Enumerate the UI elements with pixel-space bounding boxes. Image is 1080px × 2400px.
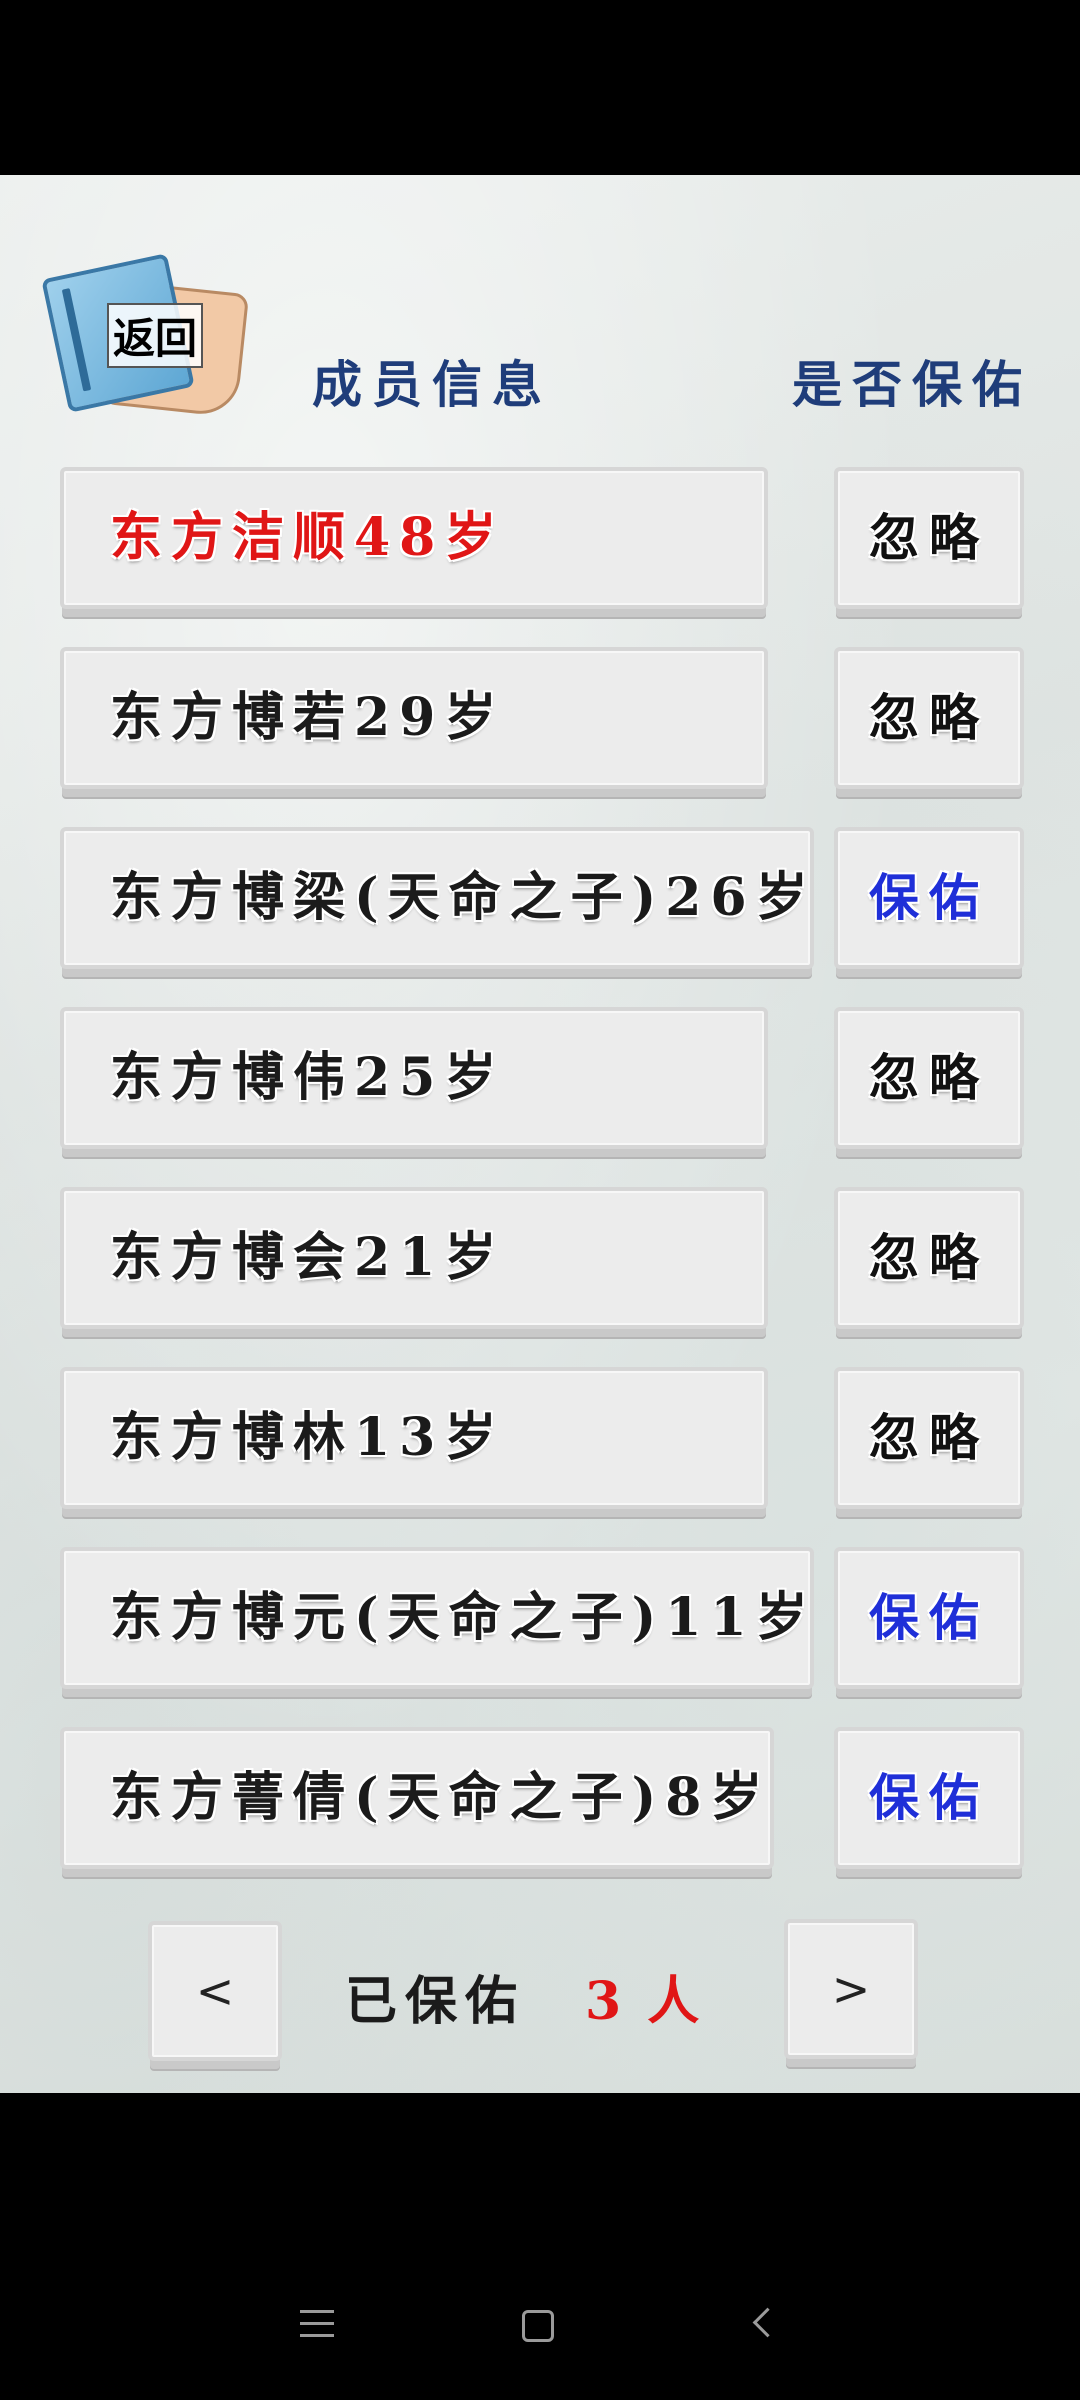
next-page-label: > (831, 1962, 871, 2016)
member-row: 东方博伟25岁 (60, 1007, 768, 1149)
member-name: 东方洁顺48岁 (110, 507, 506, 568)
menu-icon[interactable] (300, 2310, 334, 2338)
action-label: 忽略 (869, 508, 989, 567)
action-label: 忽略 (869, 688, 989, 747)
bless-button[interactable]: 保佑 (834, 827, 1024, 969)
bless-button[interactable]: 保佑 (834, 1727, 1024, 1869)
member-name: 东方博会21岁 (110, 1227, 506, 1288)
prev-page-button[interactable]: < (148, 1921, 282, 2061)
action-label: 保佑 (869, 1768, 989, 1827)
member-name: 东方博若29岁 (110, 687, 506, 748)
status-bar (0, 0, 1080, 175)
back-button-label: 返回 (107, 303, 204, 368)
next-page-button[interactable]: > (784, 1919, 918, 2059)
blessed-count: 3 (585, 1971, 630, 2032)
action-label: 忽略 (869, 1048, 989, 1107)
ignore-button[interactable]: 忽略 (834, 1007, 1024, 1149)
ignore-button[interactable]: 忽略 (834, 1367, 1024, 1509)
blessed-count-display: 已保佑 3 人 (345, 1959, 707, 2034)
member-row: 东方博元(天命之子)11岁 (60, 1547, 814, 1689)
member-name: 东方博林13岁 (110, 1407, 506, 1468)
blessed-unit: 人 (647, 1971, 708, 2032)
blessed-label: 已保佑 (345, 1971, 526, 2032)
member-name: 东方博元(天命之子)11岁 (110, 1587, 817, 1648)
member-row: 东方博会21岁 (60, 1187, 768, 1329)
member-name: 东方菁倩(天命之子)8岁 (110, 1767, 772, 1828)
member-name: 东方博伟25岁 (110, 1047, 506, 1108)
prev-page-label: < (195, 1964, 235, 2018)
ignore-button[interactable]: 忽略 (834, 467, 1024, 609)
action-label: 保佑 (869, 868, 989, 927)
member-row: 东方博梁(天命之子)26岁 (60, 827, 814, 969)
member-row: 东方博若29岁 (60, 647, 768, 789)
home-icon[interactable] (522, 2310, 554, 2342)
action-label: 忽略 (869, 1408, 989, 1467)
member-blessing-screen: 返回 成员信息 是否保佑 东方洁顺48岁 忽略 东方博若29岁 忽略 东方博梁(… (0, 175, 1080, 2093)
member-row: 东方菁倩(天命之子)8岁 (60, 1727, 774, 1869)
bless-button[interactable]: 保佑 (834, 1547, 1024, 1689)
action-label: 保佑 (869, 1588, 989, 1647)
ignore-button[interactable]: 忽略 (834, 647, 1024, 789)
member-name: 东方博梁(天命之子)26岁 (110, 867, 817, 928)
ignore-button[interactable]: 忽略 (834, 1187, 1024, 1329)
action-label: 忽略 (869, 1228, 989, 1287)
system-navigation-bar (0, 2093, 1080, 2400)
member-row: 东方洁顺48岁 (60, 467, 768, 609)
members-column-title: 成员信息 (312, 355, 552, 414)
bless-column-title: 是否保佑 (792, 355, 1032, 414)
back-button[interactable]: 返回 (41, 253, 250, 418)
member-row: 东方博林13岁 (60, 1367, 768, 1509)
